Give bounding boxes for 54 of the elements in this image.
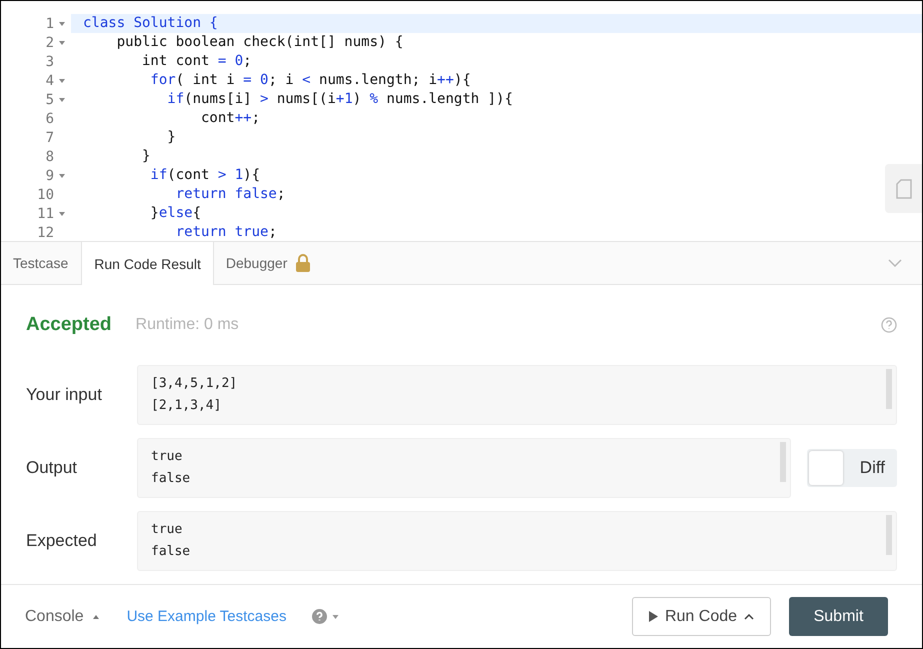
code-line: } (166, 128, 176, 147)
row-label: Output (26, 458, 78, 478)
result-line: false (151, 543, 192, 561)
code-line: } (141, 147, 150, 166)
line-number: 10 (37, 186, 54, 202)
line-number: 2 (46, 34, 54, 50)
console-button[interactable]: Console (25, 608, 99, 626)
code-line: if(nums[i] > nums[(i+1) % nums.length ]){ (166, 90, 513, 109)
row-label: Expected (26, 531, 98, 551)
result-line: true (151, 521, 184, 539)
code-line: public boolean check(int[] nums) { (116, 33, 404, 52)
play-icon (648, 611, 658, 622)
line-number: 3 (46, 54, 54, 70)
code-line: return true; (174, 223, 277, 242)
document-icon (896, 178, 912, 198)
code-line: if(cont > 1){ (149, 166, 260, 185)
tab[interactable]: Run Code Result (81, 242, 214, 285)
code-line: return false; (174, 185, 286, 204)
tab[interactable]: Debugger (214, 242, 324, 284)
line-number: 9 (46, 168, 54, 184)
code-line: cont++; (200, 109, 260, 128)
line-number: 1 (46, 16, 54, 32)
line-number: 7 (46, 130, 54, 146)
result-line: [2,1,3,4] (151, 397, 222, 415)
code-line: int cont = 0; (141, 52, 252, 71)
line-number: 6 (46, 110, 54, 126)
fold-caret-icon[interactable] (59, 78, 65, 82)
result-status: Accepted (26, 314, 112, 336)
run-code-button[interactable]: Run Code (632, 597, 771, 636)
line-number: 12 (37, 224, 54, 240)
code-line: class Solution { (82, 14, 218, 33)
tab[interactable]: Testcase (1, 242, 82, 284)
caret-up-icon (744, 614, 754, 620)
line-number: 11 (37, 206, 54, 222)
fold-caret-icon[interactable] (59, 40, 65, 44)
submit-button[interactable]: Submit (789, 597, 888, 636)
line-number: 4 (46, 72, 54, 88)
result-line: [3,4,5,1,2] (151, 375, 238, 393)
result-line: true (151, 448, 184, 466)
chevron-down-icon[interactable] (888, 259, 902, 267)
help-icon[interactable] (881, 317, 897, 333)
diff-toggle[interactable]: Diff (807, 449, 897, 487)
help-dropdown-icon[interactable] (312, 609, 338, 624)
line-number: 8 (46, 148, 54, 164)
runtime-text: Runtime: 0 ms (136, 316, 239, 334)
line-number: 5 (46, 92, 54, 108)
fold-caret-icon[interactable] (59, 174, 65, 178)
code-line: }else{ (149, 204, 202, 223)
fold-caret-icon[interactable] (59, 212, 65, 216)
row-label: Your input (26, 385, 103, 405)
result-line: false (151, 470, 192, 488)
fold-caret-icon[interactable] (59, 98, 65, 102)
fold-caret-icon[interactable] (59, 22, 65, 26)
code-line: for( int i = 0; i < nums.length; i++){ (149, 71, 471, 90)
